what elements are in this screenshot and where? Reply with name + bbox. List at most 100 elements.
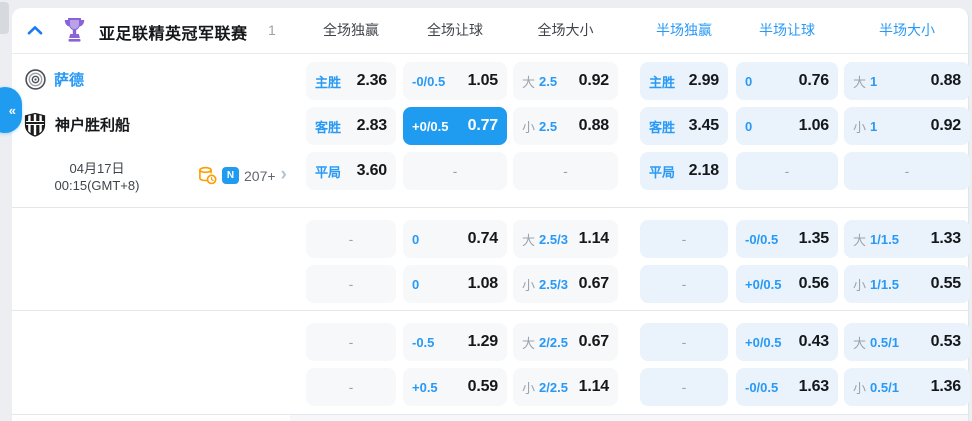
selection-label: 2.5 [539, 118, 558, 134]
selection-label: 主胜 [315, 74, 342, 90]
odds-value: 1.14 [578, 378, 610, 395]
odds-cell[interactable]: 小 1/1.5 0.55 [844, 265, 970, 303]
odds-cell[interactable]: 小 2.5 0.88 [513, 107, 618, 145]
odds-cell[interactable]: 0 0.74 [403, 220, 507, 258]
selection-label: +0.5 [412, 379, 438, 395]
odds-value: 3.45 [688, 117, 720, 134]
empty-odds-dash: - [348, 334, 354, 350]
bet-label: +0/0.5 [412, 119, 449, 134]
odds-value: 0.77 [467, 117, 499, 134]
odds-cell[interactable]: +0/0.5 0.43 [736, 323, 838, 361]
empty-odds-dash: - [348, 379, 354, 395]
empty-odds-dash: - [784, 163, 790, 179]
over-under-side-label: 小 [853, 119, 867, 135]
odds-cell: - [640, 220, 728, 258]
odds-value: 0.74 [467, 230, 499, 247]
odds-value: 0.53 [930, 333, 962, 350]
odds-value: 1.29 [467, 333, 499, 350]
bet-label: 主胜 [315, 72, 341, 91]
odds-cell[interactable]: 0 1.06 [736, 107, 838, 145]
bet-label: -0.5 [412, 335, 434, 350]
odds-cell: - [306, 265, 396, 303]
selection-label: 1 [870, 73, 878, 89]
odds-cell[interactable]: 小 2.5/3 0.67 [513, 265, 618, 303]
over-under-side-label: 小 [853, 277, 867, 293]
odds-value: 0.92 [930, 117, 962, 134]
selection-label: 客胜 [315, 119, 342, 135]
over-under-side-label: 小 [522, 380, 536, 396]
selection-label: 2/2.5 [539, 379, 568, 395]
bet-label: 大 1/1.5 [853, 230, 899, 249]
odds-cell[interactable]: 客胜 2.83 [306, 107, 396, 145]
bet-label: 大1 [853, 72, 877, 91]
over-under-side-label: 大 [522, 232, 536, 248]
odds-value: 0.67 [578, 275, 610, 292]
odds-value: 0.56 [798, 275, 830, 292]
odds-cell[interactable]: 主胜 2.36 [306, 62, 396, 100]
selection-label: 2/2.5 [539, 334, 568, 350]
odds-cell[interactable]: 大 0.5/1 0.53 [844, 323, 970, 361]
odds-cell: - [306, 220, 396, 258]
odds-value: 1.14 [578, 230, 610, 247]
bet-label: 大 2.5/3 [522, 230, 568, 249]
selection-label: 2.5/3 [539, 231, 568, 247]
odds-cell[interactable]: 大 1 0.88 [844, 62, 970, 100]
selection-label: 1 [870, 118, 878, 134]
bet-label: 小 2.5/3 [522, 275, 568, 294]
selection-label: -0/0.5 [412, 73, 446, 89]
odds-cell[interactable]: +0.5 0.59 [403, 368, 507, 406]
bet-label: 0 [412, 277, 419, 292]
odds-value: 0.55 [930, 275, 962, 292]
bet-label: 客胜 [315, 117, 341, 136]
odds-cell[interactable]: 小 0.5/1 1.36 [844, 368, 970, 406]
empty-odds-dash: - [681, 276, 687, 292]
odds-cell[interactable]: 平局 2.18 [640, 152, 728, 190]
selection-label: 0 [412, 276, 420, 292]
odds-cell[interactable]: 客胜 3.45 [640, 107, 728, 145]
bet-label: 大 0.5/1 [853, 333, 899, 352]
odds-value: 2.36 [356, 72, 388, 89]
odds-cell[interactable]: 大 1/1.5 1.33 [844, 220, 970, 258]
selection-label: 主胜 [649, 74, 676, 90]
odds-cell[interactable]: -0/0.5 1.63 [736, 368, 838, 406]
selection-label: +0/0.5 [745, 334, 782, 350]
odds-value: 1.36 [930, 378, 962, 395]
odds-value: 1.06 [798, 117, 830, 134]
bet-label: 0 [412, 232, 419, 247]
bet-label: 小1 [853, 117, 877, 136]
odds-cell[interactable]: 小 1 0.92 [844, 107, 970, 145]
odds-cell[interactable]: 0 1.08 [403, 265, 507, 303]
betting-odds-page: 亚足联精英冠军联赛 1 全场独赢 全场让球 全场大小 半场独赢 半场让球 半场大小 萨德 [0, 0, 972, 421]
odds-cell[interactable]: 0 0.76 [736, 62, 838, 100]
selection-label: -0/0.5 [745, 379, 779, 395]
odds-value: 1.63 [798, 378, 830, 395]
league-odds-card: 亚足联精英冠军联赛 1 全场独赢 全场让球 全场大小 半场独赢 半场让球 半场大小 萨德 [12, 8, 970, 421]
odds-cell: - [513, 152, 618, 190]
bet-label: 小 2/2.5 [522, 378, 568, 397]
odds-cell[interactable]: 大 2.5 0.92 [513, 62, 618, 100]
odds-cell[interactable]: 平局 3.60 [306, 152, 396, 190]
odds-value: 0.88 [930, 72, 962, 89]
next-section-edge [290, 415, 968, 421]
odds-cell[interactable]: -0/0.5 1.35 [736, 220, 838, 258]
odds-value: 1.08 [467, 275, 499, 292]
over-under-side-label: 小 [522, 119, 536, 135]
bet-label: 小 2.5 [522, 117, 557, 136]
odds-cell[interactable]: 主胜 2.99 [640, 62, 728, 100]
bet-label: 客胜 [649, 117, 675, 136]
empty-odds-dash: - [681, 231, 687, 247]
odds-cell[interactable]: 小 2/2.5 1.14 [513, 368, 618, 406]
selection-label: 平局 [649, 164, 676, 180]
odds-cell[interactable]: 大 2/2.5 0.67 [513, 323, 618, 361]
odds-cell[interactable]: +0/0.5 0.77 [403, 107, 507, 145]
group-divider [12, 310, 968, 311]
selection-label: 客胜 [649, 119, 676, 135]
over-under-side-label: 大 [853, 335, 867, 351]
odds-cell[interactable]: 大 2.5/3 1.14 [513, 220, 618, 258]
odds-cell[interactable]: -0/0.5 1.05 [403, 62, 507, 100]
odds-value: 1.35 [798, 230, 830, 247]
selection-label: 0.5/1 [870, 334, 899, 350]
odds-cell[interactable]: +0/0.5 0.56 [736, 265, 838, 303]
bet-label: 大 2/2.5 [522, 333, 568, 352]
odds-cell[interactable]: -0.5 1.29 [403, 323, 507, 361]
